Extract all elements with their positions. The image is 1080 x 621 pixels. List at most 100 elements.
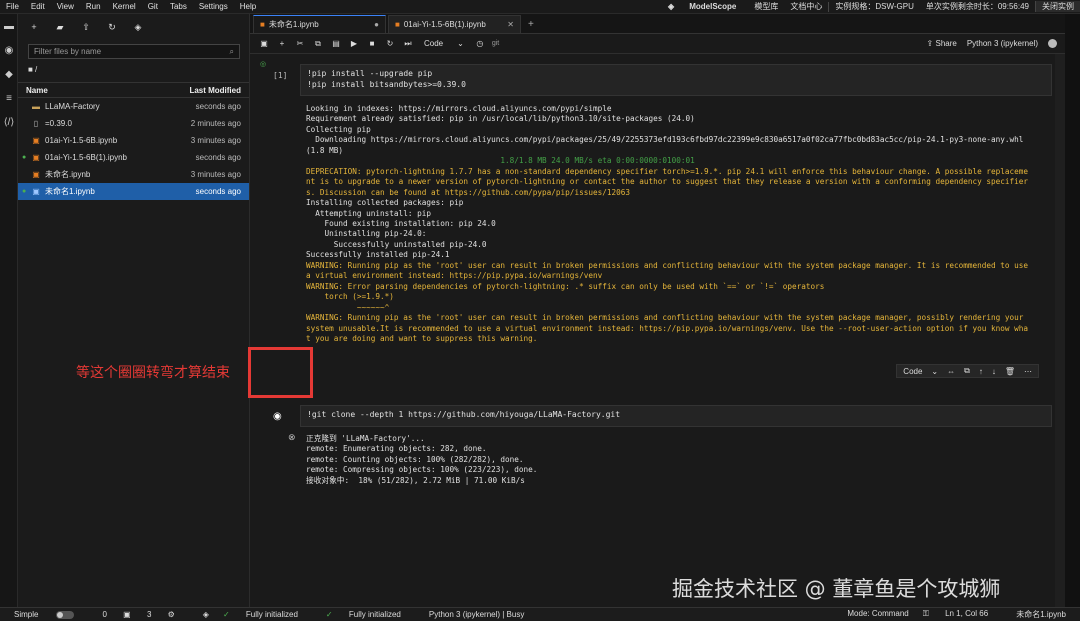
link-model-library[interactable]: 模型库 (748, 1, 784, 12)
git-status-icon[interactable]: ◈ (203, 610, 209, 619)
code-cell-1[interactable]: ◎ [1] !pip install --upgrade pip !pip ins… (260, 61, 1053, 352)
tab-label: 未命名1.ipynb (268, 20, 319, 29)
cell-1-input[interactable]: !pip install --upgrade pip !pip install b… (300, 64, 1052, 96)
toolbar-right: ⇪ Share Python 3 (ipykernel) (927, 39, 1065, 48)
move-up-icon[interactable]: ↑ (979, 367, 983, 376)
count-a: 0 (102, 610, 107, 619)
menu-git[interactable]: Git (142, 2, 164, 11)
menu-settings[interactable]: Settings (193, 2, 234, 11)
scrollbar[interactable] (1055, 54, 1065, 607)
run-icon[interactable]: ▶ (348, 39, 360, 48)
extension-icon[interactable]: ⟨/⟩ (0, 110, 18, 134)
cell-2-input[interactable]: !git clone --depth 1 https://github.com/… (300, 405, 1052, 427)
clock-icon[interactable]: ◷ (474, 39, 486, 48)
file-name: LLaMA-Factory (45, 102, 100, 111)
close-instance-button[interactable]: 关闭实例 (1035, 1, 1080, 12)
cell-type-select[interactable]: Code (903, 367, 922, 376)
file-list-header: Name Last Modified (18, 82, 249, 98)
duplicate-icon[interactable]: ⧉ (964, 366, 970, 376)
file-row[interactable]: ● ▣ 01ai-Yi-1.5-6B(1).ipynb seconds ago (18, 149, 249, 166)
unsaved-dot-icon[interactable]: ● (374, 20, 379, 29)
running-dot-icon: ● (22, 154, 27, 161)
output-line: Installing collected packages: pip (306, 198, 464, 208)
output-line: Requirement already satisfied: pip in /u… (306, 114, 695, 124)
terminal-count[interactable]: 0 ▣ 3 ⚙ (102, 610, 188, 619)
menu-run[interactable]: Run (80, 2, 107, 11)
save-icon[interactable]: ▣ (258, 39, 270, 48)
cursor-position[interactable]: ⚿ Ln 1, Col 66 (923, 609, 1002, 620)
file-filter-input[interactable]: Filter files by name ⌕ (28, 44, 240, 59)
annotation-label: 等这个圈圈转弯才算结束 (76, 365, 230, 381)
file-row[interactable]: ▬ LLaMA-Factory seconds ago (18, 98, 249, 115)
running-spinner-icon: ◉ (273, 411, 282, 422)
fast-forward-icon[interactable]: ⏭ (402, 39, 414, 49)
add-tab-icon[interactable]: + (523, 15, 539, 33)
stop-icon[interactable]: ■ (366, 39, 378, 48)
file-row[interactable]: ● ▣ 未命名1.ipynb seconds ago (18, 183, 249, 200)
restart-icon[interactable]: ↻ (384, 39, 396, 48)
clear-output-icon[interactable]: ⊗ (288, 432, 296, 443)
copy-icon[interactable]: ⧉ (312, 39, 324, 49)
terminal-icon: ▣ (123, 610, 131, 619)
menu-edit[interactable]: Edit (25, 2, 51, 11)
git-label[interactable]: git (492, 40, 499, 47)
menu-tabs[interactable]: Tabs (164, 2, 193, 11)
new-launcher-icon[interactable]: + (28, 22, 40, 32)
git-icon[interactable]: ◆ (0, 62, 18, 86)
cut-icon[interactable]: ✂ (294, 39, 306, 48)
upload-icon[interactable]: ⇧ (80, 22, 92, 33)
notebook-icon: ⚿ (922, 609, 932, 618)
file-name: 未命名.ipynb (45, 170, 91, 179)
breadcrumb[interactable]: ■ / (18, 59, 249, 79)
lsp-status-2[interactable]: ✓ Fully initialized (326, 610, 415, 619)
warning-line: torch (>=1.9.*) (306, 292, 394, 302)
menu-view[interactable]: View (51, 2, 80, 11)
watermark: 掘金技术社区 @ 董章鱼是个攻城狮 (672, 577, 1001, 601)
code-cell-2[interactable]: Code ⌄ ⇔ ⧉ ↑ ↓ 🗑 ⋯ ◉ !git clone --depth … (268, 364, 1053, 485)
share-button[interactable]: ⇪ Share (927, 39, 957, 48)
file-list: ▬ LLaMA-Factory seconds ago ▯ =0.39.0 2 minut… (18, 98, 249, 200)
notebook-icon: ▣ (32, 187, 40, 196)
chevron-down-icon[interactable]: ⌄ (931, 367, 938, 376)
cell-type-select[interactable]: Code ⌄ (420, 39, 468, 48)
warning-line: s. Discussion can be found at https://gi… (306, 187, 630, 197)
menu-help[interactable]: Help (234, 2, 262, 11)
status-bar: Simple 0 ▣ 3 ⚙ ◈ ✓ Fully initialized ✓ F… (0, 607, 1080, 621)
kernel-name[interactable]: Python 3 (ipykernel) (967, 39, 1038, 48)
git-clone-icon[interactable]: ◈ (132, 22, 144, 33)
paste-icon[interactable]: ▤ (330, 39, 342, 48)
menu-file[interactable]: File (0, 2, 25, 11)
file-modified: 3 minutes ago (190, 136, 241, 145)
new-folder-icon[interactable]: ▰ (54, 22, 66, 33)
warning-line: WARNING: Running pip as the 'root' user … (306, 260, 1029, 270)
kernel-status-icon (1048, 39, 1057, 48)
column-name[interactable]: Name (26, 86, 48, 95)
toc-icon[interactable]: ≡ (0, 86, 18, 110)
folder-icon[interactable]: ▬ (0, 14, 18, 38)
output-line: Collecting pip (306, 124, 371, 134)
running-icon[interactable]: ◉ (0, 38, 18, 62)
format-icon[interactable]: ⇔ (947, 367, 955, 376)
menu-kernel[interactable]: Kernel (107, 2, 142, 11)
lsp-status[interactable]: ✓ Fully initialized (223, 610, 312, 619)
move-down-icon[interactable]: ↓ (992, 367, 996, 376)
kernel-status[interactable]: Python 3 (ipykernel) | Busy (429, 610, 524, 619)
delete-icon[interactable]: 🗑 (1005, 367, 1015, 376)
refresh-icon[interactable]: ↻ (106, 22, 118, 33)
simple-mode-toggle[interactable]: Simple (14, 610, 88, 619)
column-last-modified[interactable]: Last Modified (189, 86, 241, 95)
file-browser-toolbar: + ▰ ⇧ ↻ ◈ (18, 14, 249, 40)
modelscope-logo[interactable]: ◈ ModelScope (656, 2, 748, 11)
count-b: 3 (146, 610, 152, 619)
tab-untitled1[interactable]: ■ 未命名1.ipynb ● (253, 15, 386, 33)
file-row[interactable]: ▣ 未命名.ipynb 3 minutes ago (18, 166, 249, 183)
insert-cell-icon[interactable]: + (276, 39, 288, 48)
file-row[interactable]: ▯ =0.39.0 2 minutes ago (18, 115, 249, 132)
notebook-icon: ▣ (32, 170, 40, 179)
brand-name: ModelScope (689, 2, 737, 11)
link-docs-center[interactable]: 文档中心 (784, 1, 828, 12)
file-row[interactable]: ▣ 01ai-Yi-1.5-6B.ipynb 3 minutes ago (18, 132, 249, 149)
close-icon[interactable]: ✕ (507, 20, 514, 29)
tab-yi-notebook[interactable]: ■ 01ai-Yi-1.5-6B(1).ipynb ✕ (388, 15, 521, 33)
more-icon[interactable]: ⋯ (1024, 367, 1032, 376)
